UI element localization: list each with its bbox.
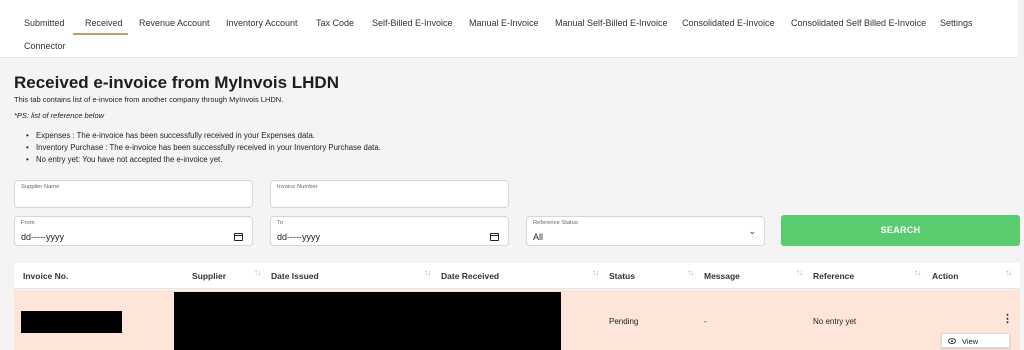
reference-status-select[interactable]: Reference Status All ⌄ bbox=[526, 216, 765, 246]
redacted-supplier-dates bbox=[174, 292, 561, 350]
view-menu-item[interactable]: View bbox=[941, 333, 1010, 348]
from-date-label: From bbox=[21, 220, 35, 226]
chevron-down-icon: ⌄ bbox=[748, 226, 756, 236]
redacted-invoice-no bbox=[21, 311, 122, 333]
reference-item-expenses: Expenses : The e-invoice has been succes… bbox=[26, 130, 381, 142]
tab-revenue-account[interactable]: Revenue Account bbox=[139, 18, 210, 28]
to-date-field[interactable]: To dd-----yyyy bbox=[270, 216, 509, 246]
column-header-invoice-no[interactable]: Invoice No. bbox=[23, 271, 68, 281]
tab-manual-self-billed-einvoice[interactable]: Manual Self-Billed E-Invoice bbox=[555, 18, 668, 28]
tab-consolidated-self-billed-einvoice[interactable]: Consolidated Self Billed E-Invoice bbox=[791, 18, 926, 28]
eye-icon bbox=[948, 338, 956, 344]
table-header: Invoice No. Supplier ↑↓ Date Issued ↑↓ D… bbox=[14, 263, 1020, 289]
active-tab-indicator bbox=[73, 33, 128, 35]
page-description: This tab contains list of e-invoice from… bbox=[14, 95, 284, 104]
invoice-number-label: Invoice Number bbox=[277, 184, 318, 190]
search-button[interactable]: SEARCH bbox=[781, 215, 1020, 246]
from-date-field[interactable]: From dd-----yyyy bbox=[14, 216, 253, 246]
invoice-number-field[interactable]: Invoice Number bbox=[270, 180, 509, 208]
message-cell: - bbox=[704, 317, 707, 326]
sort-icon[interactable]: ↑↓ bbox=[687, 268, 694, 277]
column-header-message[interactable]: Message bbox=[704, 271, 740, 281]
from-date-value: dd-----yyyy bbox=[21, 232, 64, 242]
to-date-value: dd-----yyyy bbox=[277, 232, 320, 242]
reference-status-label: Reference Status bbox=[533, 220, 578, 226]
supplier-name-field[interactable]: Supplier Name bbox=[14, 180, 253, 208]
to-date-label: To bbox=[277, 220, 284, 226]
sort-icon[interactable]: ↑↓ bbox=[592, 268, 599, 277]
tab-tax-code[interactable]: Tax Code bbox=[316, 18, 354, 28]
column-header-supplier[interactable]: Supplier bbox=[192, 271, 226, 281]
tab-received[interactable]: Received bbox=[85, 18, 123, 28]
tab-inventory-account[interactable]: Inventory Account bbox=[226, 18, 298, 28]
reference-cell: No entry yet bbox=[813, 317, 857, 326]
reference-list: Expenses : The e-invoice has been succes… bbox=[26, 130, 381, 166]
sort-icon[interactable]: ↑↓ bbox=[424, 268, 431, 277]
column-header-reference[interactable]: Reference bbox=[813, 271, 854, 281]
calendar-icon[interactable] bbox=[234, 233, 243, 241]
column-header-action[interactable]: Action bbox=[932, 271, 958, 281]
reference-item-inventory-purchase: Inventory Purchase : The e-invoice has b… bbox=[26, 142, 381, 154]
tab-consolidated-einvoice[interactable]: Consolidated E-Invoice bbox=[682, 18, 775, 28]
view-label: View bbox=[962, 337, 979, 346]
page-ps-note: *PS: list of reference below bbox=[14, 111, 105, 120]
sort-icon[interactable]: ↑↓ bbox=[914, 268, 921, 277]
tab-submitted[interactable]: Submitted bbox=[24, 18, 65, 28]
tab-settings[interactable]: Settings bbox=[940, 18, 973, 28]
supplier-name-label: Supplier Name bbox=[21, 184, 60, 190]
table-row[interactable]: Pending - No entry yet ⋮ bbox=[14, 290, 1020, 350]
sort-icon[interactable]: ↑↓ bbox=[254, 268, 261, 277]
tab-manual-einvoice[interactable]: Manual E-Invoice bbox=[469, 18, 539, 28]
kebab-menu-icon[interactable]: ⋮ bbox=[1002, 312, 1013, 325]
column-header-date-received[interactable]: Date Received bbox=[441, 271, 499, 281]
sort-icon[interactable]: ↑↓ bbox=[1005, 268, 1012, 277]
top-nav-tabs: Submitted Received Revenue Account Inven… bbox=[0, 0, 1018, 58]
calendar-icon[interactable] bbox=[490, 233, 499, 241]
sort-icon[interactable]: ↑↓ bbox=[796, 268, 803, 277]
column-header-date-issued[interactable]: Date Issued bbox=[271, 271, 319, 281]
reference-status-value: All bbox=[533, 232, 544, 242]
page-title: Received e-invoice from MyInvois LHDN bbox=[14, 73, 339, 92]
column-header-status[interactable]: Status bbox=[609, 271, 635, 281]
status-cell: Pending bbox=[609, 317, 639, 326]
tab-connector[interactable]: Connector bbox=[24, 41, 66, 51]
reference-item-no-entry: No entry yet: You have not accepted the … bbox=[26, 154, 381, 166]
tab-self-billed-einvoice[interactable]: Self-Billed E-Invoice bbox=[372, 18, 453, 28]
